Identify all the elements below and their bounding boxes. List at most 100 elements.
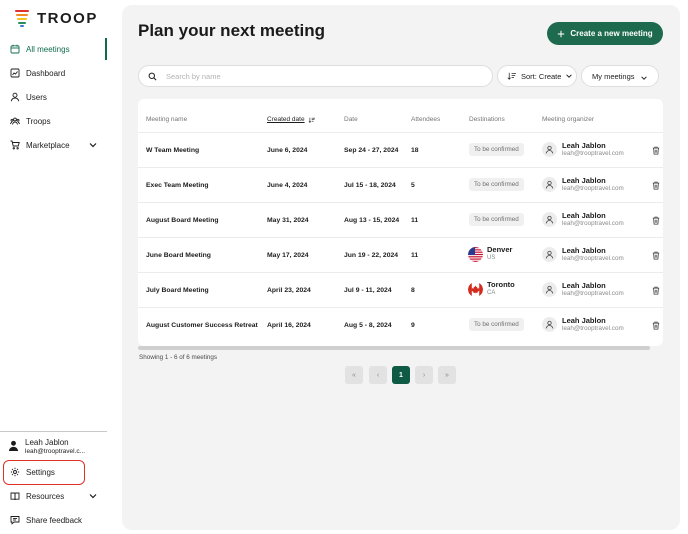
user-avatar-icon	[8, 440, 19, 451]
canada-flag-icon	[468, 281, 483, 297]
meeting-date: Aug 5 - 8, 2024	[344, 322, 392, 329]
meetings-table: Meeting name Created date Date Attendees…	[138, 99, 663, 346]
last-page-button[interactable]: »	[438, 366, 456, 384]
sort-dropdown[interactable]: Sort: Create	[497, 65, 577, 87]
destination-badge: To be confirmed	[469, 213, 524, 226]
user-icon	[10, 92, 20, 102]
calendar-icon	[10, 44, 20, 54]
column-header-created-date[interactable]: Created date	[267, 116, 316, 123]
trash-icon[interactable]	[652, 321, 660, 330]
destination-city: Denver	[487, 245, 513, 254]
organizer-name: Leah Jablon	[562, 176, 606, 185]
sidebar-item-resources[interactable]: Resources	[0, 485, 107, 507]
trash-icon[interactable]	[652, 286, 660, 295]
user-name: Leah Jablon	[25, 438, 69, 447]
meeting-name: June Board Meeting	[146, 252, 211, 259]
us-flag-icon	[468, 246, 483, 262]
destination-badge: To be confirmed	[469, 178, 524, 191]
feedback-icon	[10, 516, 20, 525]
sidebar-item-marketplace[interactable]: Marketplace	[0, 134, 107, 156]
chevron-down-icon	[89, 143, 97, 148]
sidebar-item-label: Settings	[26, 467, 55, 477]
sidebar-item-users[interactable]: Users	[0, 86, 107, 108]
results-count: Showing 1 - 6 of 6 meetings	[139, 354, 218, 361]
trash-icon[interactable]	[652, 181, 660, 190]
sidebar-item-dashboard[interactable]: Dashboard	[0, 62, 107, 84]
table-row[interactable]: August Customer Success Retreat April 16…	[138, 307, 663, 342]
table-row[interactable]: W Team Meeting June 6, 2024 Sep 24 - 27,…	[138, 132, 663, 167]
gear-icon	[10, 467, 20, 477]
trash-icon[interactable]	[652, 251, 660, 260]
troops-icon	[10, 117, 20, 125]
meeting-date: Jun 19 - 22, 2024	[344, 252, 399, 259]
troop-logo-icon	[15, 9, 29, 27]
page-1-button[interactable]: 1	[392, 366, 410, 384]
sidebar-item-label: All meetings	[26, 44, 70, 54]
first-page-button[interactable]: «	[345, 366, 363, 384]
sidebar-divider	[0, 431, 107, 432]
sidebar-item-label: Resources	[26, 491, 65, 501]
attendees-count: 11	[411, 252, 419, 259]
table-row[interactable]: August Board Meeting May 31, 2024 Aug 13…	[138, 202, 663, 237]
sort-icon	[308, 117, 315, 123]
create-meeting-label: Create a new meeting	[570, 29, 653, 38]
column-header-meeting-organizer: Meeting organizer	[542, 116, 595, 123]
attendees-count: 11	[411, 217, 419, 224]
meeting-date: Jul 15 - 18, 2024	[344, 182, 396, 189]
logo[interactable]: TROOP	[15, 9, 98, 27]
organizer-email: leah@trooptravel.com	[562, 255, 624, 262]
organizer: Leah Jablon leah@trooptravel.com	[542, 316, 624, 333]
organizer: Leah Jablon leah@trooptravel.com	[542, 246, 624, 263]
page-title: Plan your next meeting	[138, 21, 326, 40]
current-user[interactable]: Leah Jablon leah@trooptravel.c...	[8, 438, 108, 458]
organizer-email: leah@trooptravel.com	[562, 185, 624, 192]
organizer-name: Leah Jablon	[562, 246, 606, 255]
destination: Denver US	[468, 246, 512, 262]
plus-icon	[558, 30, 565, 37]
column-header-label: Created date	[267, 116, 305, 123]
table-row[interactable]: Exec Team Meeting June 4, 2024 Jul 15 - …	[138, 167, 663, 202]
horizontal-scrollbar[interactable]	[138, 346, 650, 350]
previous-page-button[interactable]: ‹	[369, 366, 387, 384]
trash-icon[interactable]	[652, 146, 660, 155]
created-date: April 16, 2024	[267, 322, 311, 329]
created-date: June 6, 2024	[267, 147, 308, 154]
organizer-email: leah@trooptravel.com	[562, 325, 624, 332]
attendees-count: 8	[411, 287, 415, 294]
organizer-avatar-icon	[542, 212, 557, 227]
meetings-filter-dropdown[interactable]: My meetings	[581, 65, 659, 87]
organizer-avatar-icon	[542, 142, 557, 157]
sidebar-item-all-meetings[interactable]: All meetings	[0, 38, 107, 60]
created-date: May 31, 2024	[267, 217, 309, 224]
search-bar[interactable]	[138, 65, 493, 87]
attendees-count: 18	[411, 147, 419, 154]
organizer-name: Leah Jablon	[562, 281, 606, 290]
organizer-avatar-icon	[542, 317, 557, 332]
organizer: Leah Jablon leah@trooptravel.com	[542, 141, 624, 158]
sidebar-item-label: Dashboard	[26, 68, 66, 78]
destination-country: US	[487, 255, 496, 261]
organizer: Leah Jablon leah@trooptravel.com	[542, 281, 624, 298]
table-row[interactable]: July Board Meeting April 23, 2024 Jul 9 …	[138, 272, 663, 307]
search-input[interactable]	[166, 71, 466, 81]
trash-icon[interactable]	[652, 216, 660, 225]
table-row[interactable]: June Board Meeting May 17, 2024 Jun 19 -…	[138, 237, 663, 272]
next-page-button[interactable]: ›	[415, 366, 433, 384]
sidebar: TROOP All meetings Dashboard Users Troop…	[0, 0, 112, 534]
destination-badge: To be confirmed	[469, 318, 524, 331]
organizer: Leah Jablon leah@trooptravel.com	[542, 211, 624, 228]
sidebar-item-settings[interactable]: Settings	[0, 461, 107, 483]
organizer-email: leah@trooptravel.com	[562, 150, 624, 157]
destination-city: Toronto	[487, 280, 515, 289]
meeting-name: Exec Team Meeting	[146, 182, 209, 189]
chevron-down-icon	[641, 76, 647, 80]
sidebar-item-troops[interactable]: Troops	[0, 110, 107, 132]
attendees-count: 9	[411, 322, 415, 329]
cart-icon	[10, 140, 20, 150]
sidebar-item-label: Marketplace	[26, 140, 70, 150]
meeting-name: August Customer Success Retreat	[146, 322, 258, 329]
user-email: leah@trooptravel.c...	[25, 448, 86, 455]
create-meeting-button[interactable]: Create a new meeting	[547, 22, 663, 45]
sidebar-item-share-feedback[interactable]: Share feedback	[0, 509, 107, 531]
organizer-name: Leah Jablon	[562, 141, 606, 150]
